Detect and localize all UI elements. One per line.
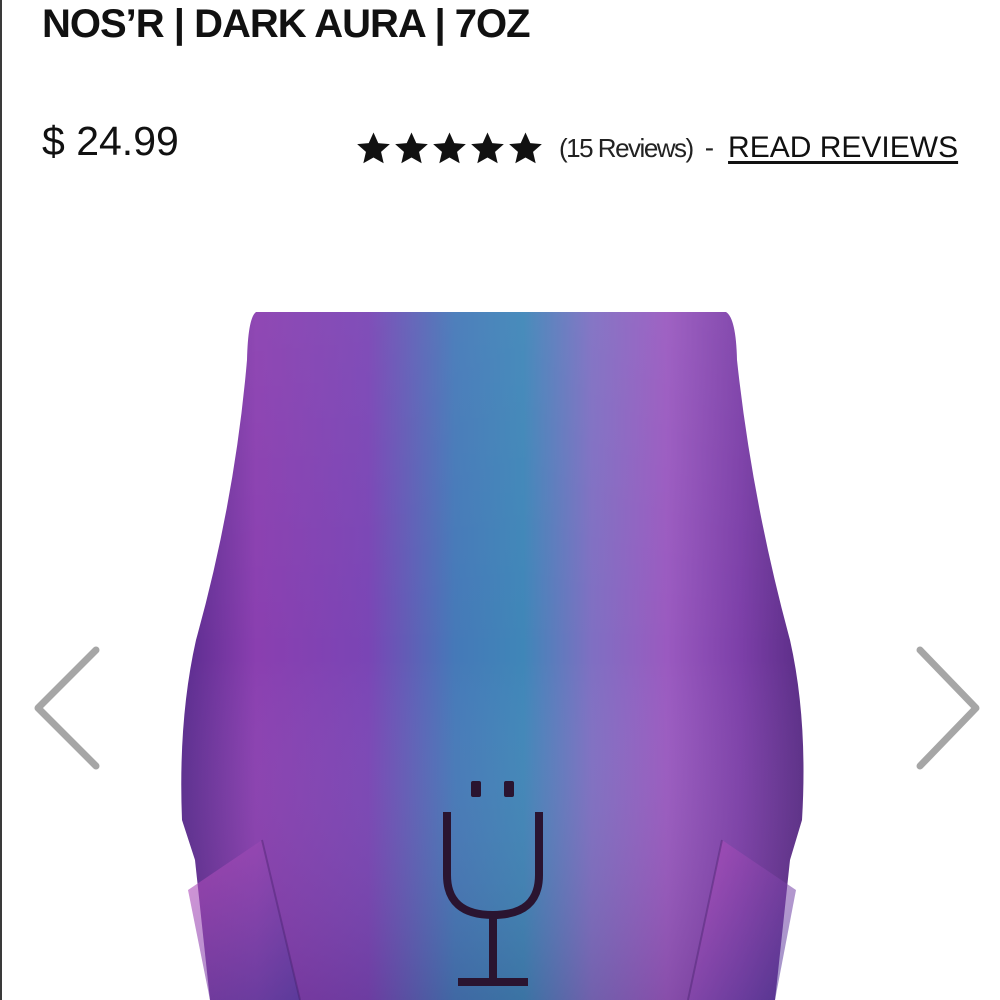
star-icon: [395, 131, 428, 163]
star-icon: [357, 131, 390, 163]
product-image: [181, 312, 804, 1000]
review-separator: -: [704, 132, 715, 163]
chevron-left-icon[interactable]: [26, 638, 106, 778]
product-price: $ 24.99: [42, 118, 179, 164]
star-icon: [433, 131, 466, 163]
review-count: (15 Reviews): [559, 132, 694, 163]
star-icon: [471, 131, 504, 163]
star-icon: [509, 131, 542, 163]
product-page: NOS’R | DARK AURA | 7OZ $ 24.99 (15 Revi…: [0, 0, 1000, 1000]
read-reviews-link[interactable]: READ REVIEWS: [728, 131, 958, 165]
chevron-right-icon[interactable]: [908, 638, 988, 778]
rating-row: (15 Reviews) - READ REVIEWS: [355, 126, 958, 170]
star-rating: [355, 130, 545, 167]
product-title: NOS’R | DARK AURA | 7OZ: [42, 2, 531, 46]
